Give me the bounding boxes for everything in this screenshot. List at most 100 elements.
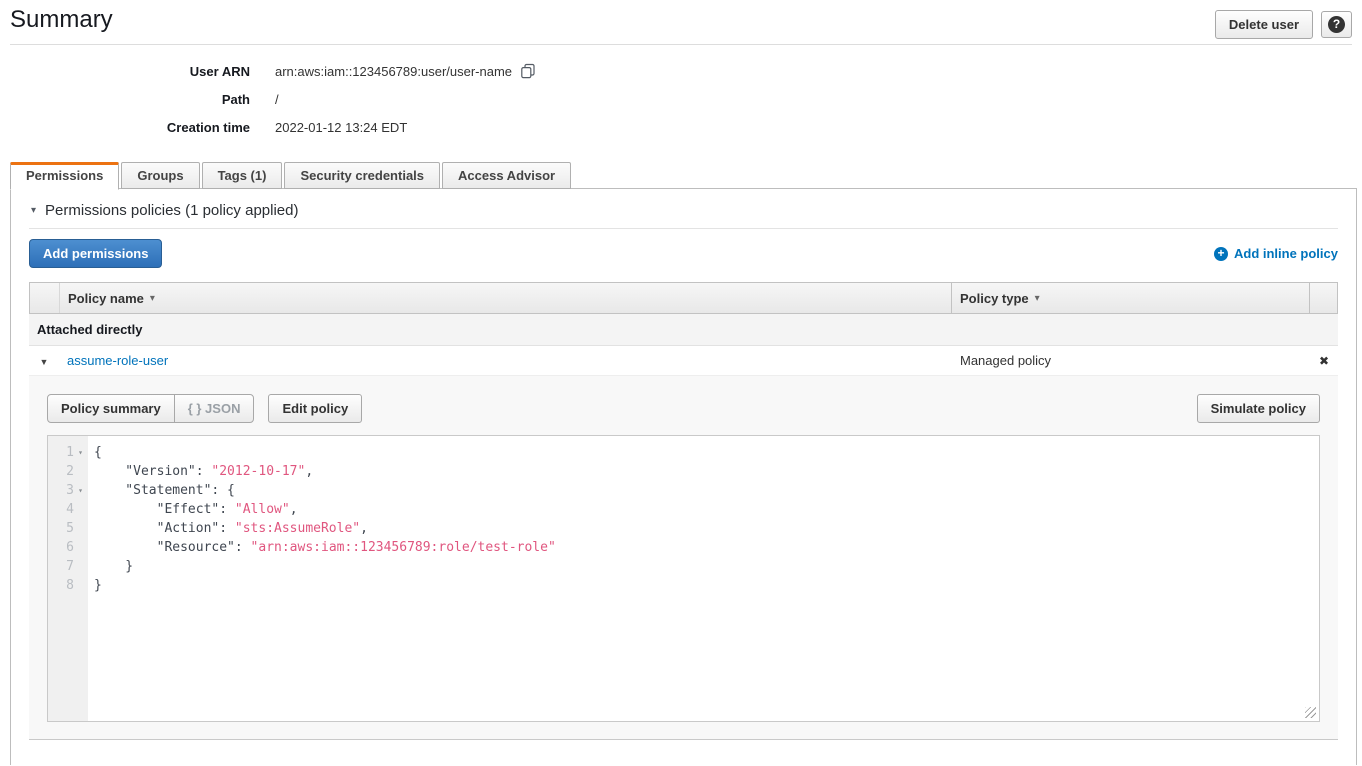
line-number: 2: [66, 462, 74, 481]
editor-gutter: 1▾23▾45678: [48, 436, 88, 721]
info-value: 2022-01-12 13:24 EDT: [275, 120, 407, 135]
add-permissions-button[interactable]: Add permissions: [29, 239, 162, 268]
code-token: }: [94, 578, 102, 593]
policy-actions-cell: ✖: [1310, 353, 1338, 368]
detach-policy-button[interactable]: ✖: [1319, 354, 1329, 368]
json-view-button[interactable]: { } JSON: [174, 394, 255, 423]
delete-user-button[interactable]: Delete user: [1215, 10, 1313, 39]
policy-detail-panel: Policy summary { } JSON Edit policy Simu…: [29, 376, 1338, 740]
line-number: 5: [66, 519, 74, 538]
policy-table-body: ▼ assume-role-user Managed policy ✖: [29, 346, 1338, 376]
code-line: "Statement": {: [94, 481, 1319, 500]
iam-user-summary-page: Summary Delete user ? User ARN arn:aws:ia…: [0, 0, 1362, 766]
policy-type-cell: Managed policy: [952, 353, 1310, 368]
info-label: Path: [0, 92, 250, 107]
policy-name-column-header[interactable]: Policy name ▾: [60, 283, 951, 313]
line-number: 7: [66, 557, 74, 576]
code-line: }: [94, 557, 1319, 576]
sort-caret-icon: ▾: [150, 293, 155, 304]
help-button[interactable]: ?: [1321, 11, 1352, 38]
expander-column-header: [30, 283, 60, 313]
code-token: {: [94, 445, 102, 460]
tab-security-credentials[interactable]: Security credentials: [284, 162, 440, 189]
add-inline-policy-link[interactable]: + Add inline policy: [1214, 246, 1338, 261]
header-actions: Delete user ?: [1215, 10, 1352, 39]
row-expander[interactable]: ▼: [29, 353, 59, 368]
code-token: "Version":: [94, 464, 211, 479]
code-token: ,: [360, 521, 368, 536]
code-line: "Resource": "arn:aws:iam::123456789:role…: [94, 538, 1319, 557]
policy-summary-button[interactable]: Policy summary: [47, 394, 175, 423]
edit-policy-button[interactable]: Edit policy: [268, 394, 362, 423]
gutter-line: 8: [48, 576, 88, 595]
add-inline-policy-label: Add inline policy: [1234, 246, 1338, 261]
gutter-line: 3▾: [48, 481, 88, 500]
policy-name-cell: assume-role-user: [59, 353, 952, 368]
fold-arrow-icon[interactable]: ▾: [74, 443, 87, 462]
tab-access-advisor[interactable]: Access Advisor: [442, 162, 571, 189]
code-token: }: [94, 559, 133, 574]
policy-type-column-header[interactable]: Policy type ▾: [951, 283, 1309, 313]
policy-name-column-label: Policy name: [68, 291, 144, 306]
info-label: Creation time: [0, 120, 250, 135]
code-token: "Statement": {: [94, 483, 235, 498]
code-token: "Action":: [94, 521, 235, 536]
permissions-policies-section-toggle[interactable]: ▾ Permissions policies (1 policy applied…: [29, 189, 1338, 229]
code-token: "Effect":: [94, 502, 235, 517]
actions-column-header: [1309, 283, 1337, 313]
simulate-policy-button[interactable]: Simulate policy: [1197, 394, 1320, 423]
sort-caret-icon: ▾: [1035, 293, 1040, 304]
resize-handle[interactable]: [1305, 707, 1316, 718]
info-label: User ARN: [0, 64, 250, 79]
line-number: 1: [66, 443, 74, 462]
string-token: "arn:aws:iam::123456789:role/test-role": [251, 540, 556, 555]
editor-code: { "Version": "2012-10-17", "Statement": …: [88, 436, 1319, 721]
info-value: arn:aws:iam::123456789:user/user-name: [275, 64, 512, 79]
code-token: ,: [290, 502, 298, 517]
info-row: Path /: [0, 85, 1362, 113]
permissions-tab-panel: ▾ Permissions policies (1 policy applied…: [10, 188, 1357, 765]
page-header: Summary Delete user ?: [10, 0, 1352, 45]
tab-permissions[interactable]: Permissions: [10, 162, 119, 190]
info-value: /: [275, 92, 279, 107]
code-line: "Action": "sts:AssumeRole",: [94, 519, 1319, 538]
info-row: Creation time 2022-01-12 13:24 EDT: [0, 113, 1362, 141]
line-number: 3: [66, 481, 74, 500]
line-number: 4: [66, 500, 74, 519]
policies-toolbar: Add permissions + Add inline policy: [29, 239, 1338, 268]
line-number: 6: [66, 538, 74, 557]
copy-icon[interactable]: [520, 63, 536, 79]
attached-directly-group-row: Attached directly: [29, 314, 1338, 346]
tabs-section: PermissionsGroupsTags (1)Security creden…: [10, 162, 1357, 765]
tab-groups[interactable]: Groups: [121, 162, 199, 189]
plus-circle-icon: +: [1214, 247, 1228, 261]
user-info-list: User ARN arn:aws:iam::123456789:user/user…: [0, 57, 1362, 141]
fold-arrow-icon[interactable]: ▾: [74, 481, 87, 500]
string-token: "Allow": [235, 502, 290, 517]
policy-row: ▼ assume-role-user Managed policy ✖: [29, 346, 1338, 376]
code-line: "Version": "2012-10-17",: [94, 462, 1319, 481]
tab-bar: PermissionsGroupsTags (1)Security creden…: [10, 162, 1357, 189]
string-token: "2012-10-17": [211, 464, 305, 479]
gutter-line: 5: [48, 519, 88, 538]
policy-detail-toolbar: Policy summary { } JSON Edit policy Simu…: [47, 394, 1320, 423]
policy-name-link[interactable]: assume-role-user: [67, 353, 168, 368]
string-token: "sts:AssumeRole": [235, 521, 360, 536]
question-mark-icon: ?: [1328, 16, 1345, 33]
policy-type-column-label: Policy type: [960, 291, 1029, 306]
page-title: Summary: [10, 6, 113, 34]
policy-table: Policy name ▾ Policy type ▾ Attached dir…: [29, 282, 1338, 740]
gutter-line: 2: [48, 462, 88, 481]
tab-tags-1[interactable]: Tags (1): [202, 162, 283, 189]
policy-table-header: Policy name ▾ Policy type ▾: [29, 282, 1338, 314]
gutter-line: 6: [48, 538, 88, 557]
gutter-line: 4: [48, 500, 88, 519]
code-line: {: [94, 443, 1319, 462]
code-line: }: [94, 576, 1319, 595]
gutter-line: 1▾: [48, 443, 88, 462]
policy-json-editor[interactable]: 1▾23▾45678 { "Version": "2012-10-17", "S…: [47, 435, 1320, 722]
line-number: 8: [66, 576, 74, 595]
gutter-line: 7: [48, 557, 88, 576]
chevron-down-icon: ▼: [40, 357, 49, 367]
info-row: User ARN arn:aws:iam::123456789:user/user…: [0, 57, 1362, 85]
